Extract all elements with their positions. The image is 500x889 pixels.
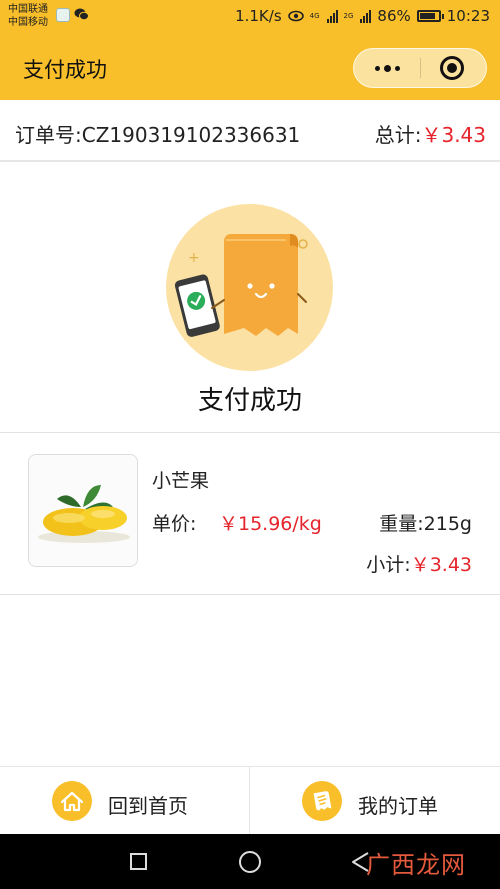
back-home-button[interactable]: 回到首页	[0, 767, 250, 834]
clock: 10:23	[446, 7, 490, 25]
signal-icon-1	[326, 9, 338, 23]
navbar: 支付成功	[0, 34, 500, 100]
bottom-action-bar: 回到首页 我的订单	[0, 766, 500, 834]
home-icon	[52, 781, 92, 821]
more-dots-icon[interactable]	[354, 49, 420, 87]
battery-percent: 86%	[377, 7, 411, 25]
receipt-icon	[302, 781, 342, 821]
square-icon[interactable]	[130, 853, 147, 870]
net-tag-4g: 4G	[309, 11, 320, 20]
carrier-info: 中国联通 中国移动	[8, 3, 48, 29]
subtotal-value: ￥3.43	[410, 554, 472, 576]
target-circle-icon[interactable]	[440, 56, 464, 80]
miniprogram-capsule	[353, 48, 487, 88]
net-speed: 1.1K/s	[235, 7, 282, 25]
status-right: 1.1K/s 4G 2G 86% 10:23	[235, 7, 490, 25]
order-total: 总计:￥3.43	[375, 119, 486, 148]
payment-success-illustration: +	[166, 204, 333, 371]
back-home-label: 回到首页	[108, 794, 188, 818]
order-total-value: ￥3.43	[421, 123, 486, 147]
payment-success-section: + 支付成功	[0, 162, 500, 433]
unit-price-label: 单价:	[152, 513, 197, 535]
product-item: 小芒果 单价: ￥15.96/kg 重量:215g 小计:￥3.43	[0, 433, 500, 595]
capsule-divider	[420, 58, 421, 78]
weight-value: 215g	[423, 513, 472, 535]
page-title: 支付成功	[23, 58, 107, 82]
battery-icon	[416, 10, 444, 22]
success-message: 支付成功	[197, 386, 302, 416]
order-summary-row: 订单号:CZ190319102336631 总计:￥3.43	[0, 100, 500, 162]
product-weight: 重量:215g	[379, 509, 472, 536]
product-subtotal: 小计:￥3.43	[366, 550, 472, 577]
order-total-label: 总计:	[374, 123, 422, 147]
circle-icon[interactable]	[239, 851, 261, 873]
order-number-label: 订单号:	[15, 123, 82, 147]
app-notification-icon	[56, 8, 70, 22]
weight-label: 重量:	[379, 513, 424, 535]
notification-icons	[56, 8, 89, 22]
product-name: 小芒果	[152, 470, 210, 492]
my-orders-button[interactable]: 我的订单	[250, 767, 500, 834]
signal-icon-2	[360, 9, 372, 23]
carrier-1: 中国联通	[8, 4, 48, 15]
watermark-text: 广西龙网	[366, 851, 466, 879]
wechat-icon	[74, 8, 89, 21]
subtotal-label: 小计:	[366, 554, 411, 576]
carrier-2: 中国移动	[8, 17, 48, 28]
eye-icon	[287, 10, 304, 22]
order-number-value: CZ190319102336631	[81, 123, 301, 147]
unit-price: ￥15.96/kg	[219, 513, 322, 535]
my-orders-label: 我的订单	[358, 794, 438, 818]
order-number: 订单号:CZ190319102336631	[15, 119, 300, 148]
android-nav-bar: 广西龙网	[0, 834, 500, 889]
status-bar: 中国联通 中国移动 1.1K/s 4G 2G 86% 10:23	[0, 0, 500, 34]
mango-image	[28, 454, 138, 567]
net-tag-2g: 2G	[343, 11, 354, 20]
svg-text:+: +	[188, 250, 200, 266]
